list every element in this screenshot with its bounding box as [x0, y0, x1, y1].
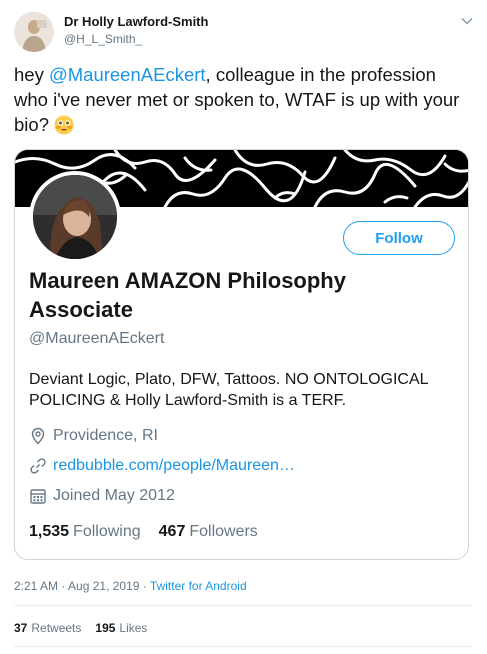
profile-location: Providence, RI	[29, 427, 158, 445]
link-icon	[30, 458, 46, 474]
tweet: Dr Holly Lawford-Smith @H_L_Smith_ hey @…	[0, 0, 487, 654]
divider	[14, 646, 472, 647]
tweet-engagement: 37 Retweets 195 Likes	[14, 621, 147, 635]
retweets-stat[interactable]: 37 Retweets	[14, 621, 81, 635]
tweet-timestamp: 2:21 AM · Aug 21, 2019 · Twitter for And…	[14, 579, 247, 593]
author-avatar[interactable]	[14, 12, 54, 52]
following-count: 1,535	[29, 523, 70, 540]
profile-card[interactable]: Follow Maureen AMAZON Philosophy Associa…	[14, 149, 469, 560]
likes-stat[interactable]: 195 Likes	[95, 621, 147, 635]
tweet-text: hey @MaureenAEckert, colleague in the pr…	[14, 62, 474, 137]
followers-label: Followers	[189, 523, 258, 540]
likes-label: Likes	[119, 621, 148, 635]
website-link[interactable]: redbubble.com/people/Maureen…	[53, 457, 295, 475]
profile-website[interactable]: redbubble.com/people/Maureen…	[29, 457, 295, 475]
joined-text: Joined May 2012	[53, 487, 175, 504]
profile-avatar[interactable]	[29, 171, 121, 263]
tweet-time[interactable]: 2:21 AM	[14, 579, 58, 593]
author-handle[interactable]: @H_L_Smith_	[64, 32, 208, 46]
profile-name[interactable]: Maureen AMAZON Philosophy Associate	[29, 266, 449, 324]
profile-joined: Joined May 2012	[29, 487, 175, 505]
tweet-source[interactable]: Twitter for Android	[150, 579, 247, 593]
followers-count: 467	[158, 523, 186, 540]
mention-link[interactable]: @MaureenAEckert	[49, 64, 206, 85]
tweet-header: Dr Holly Lawford-Smith @H_L_Smith_	[14, 12, 474, 52]
separator: ·	[139, 579, 150, 593]
following-label: Following	[73, 523, 141, 540]
likes-count: 195	[95, 621, 116, 635]
retweets-count: 37	[14, 621, 28, 635]
flushed-face-emoji-icon	[54, 115, 74, 135]
follow-button[interactable]: Follow	[343, 221, 455, 255]
profile-stats: 1,535 Following 467 Followers	[29, 523, 258, 541]
profile-bio: Deviant Logic, Plato, DFW, Tattoos. NO O…	[29, 371, 428, 409]
author-name[interactable]: Dr Holly Lawford-Smith	[64, 14, 208, 29]
retweets-label: Retweets	[31, 621, 82, 635]
separator: ·	[58, 579, 69, 593]
calendar-icon	[30, 489, 46, 504]
location-pin-icon	[31, 427, 45, 445]
location-text: Providence, RI	[53, 427, 158, 444]
tweet-date[interactable]: Aug 21, 2019	[68, 579, 139, 593]
profile-handle[interactable]: @MaureenAEckert	[29, 330, 164, 348]
following-stat[interactable]: 1,535 Following	[29, 523, 141, 541]
followers-stat[interactable]: 467 Followers	[159, 523, 258, 541]
chevron-down-icon[interactable]	[460, 14, 474, 28]
tweet-text-before: hey	[14, 64, 49, 85]
divider	[14, 605, 472, 606]
